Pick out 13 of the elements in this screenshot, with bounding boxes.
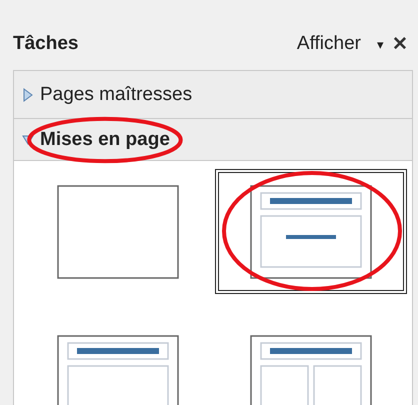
layout-thumbnail[interactable] (57, 334, 180, 405)
expanded-triangle-icon (22, 132, 34, 146)
collapsed-triangle-icon (22, 88, 34, 102)
section-header[interactable]: Mises en page (14, 119, 412, 161)
panel-title: Tâches (13, 33, 80, 55)
layout-thumbnail[interactable] (57, 184, 180, 278)
section-label: Pages maîtresses (40, 84, 192, 106)
section-label: Mises en page (40, 128, 170, 150)
layout-thumbnail[interactable] (250, 184, 372, 278)
dropdown-button[interactable]: ▾ (369, 36, 392, 52)
close-button[interactable]: ✕ (392, 32, 408, 56)
layout-thumbnail[interactable] (250, 334, 372, 405)
view-menu[interactable]: Afficher (296, 33, 369, 55)
